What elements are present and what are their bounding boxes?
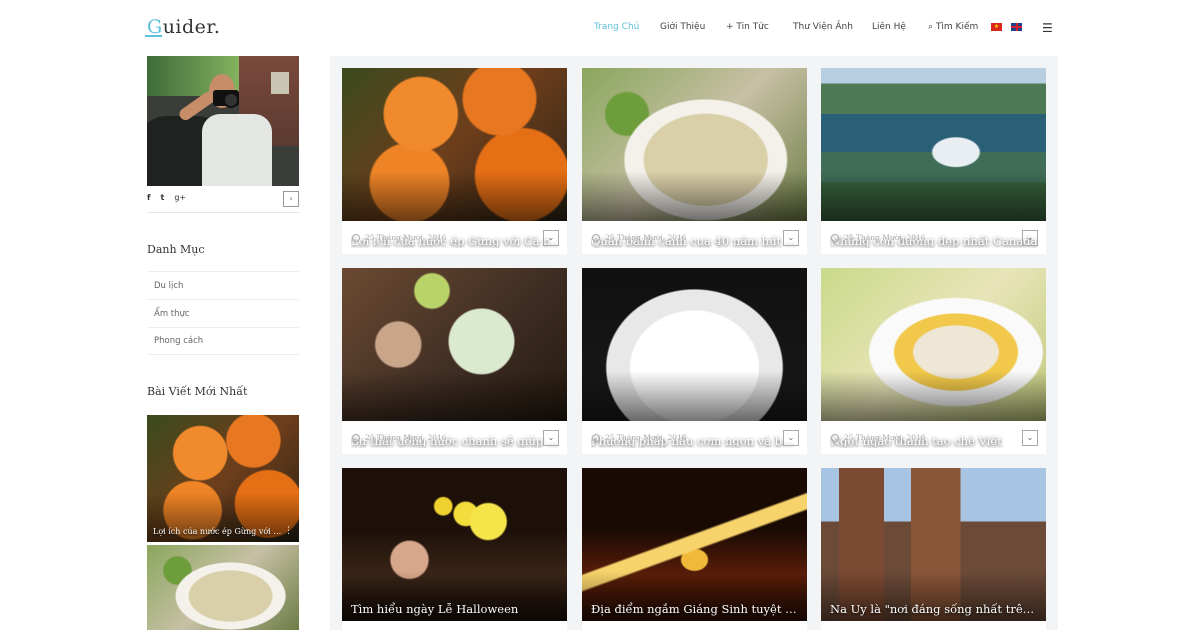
clock-icon [352,233,360,242]
expand-button[interactable]: ⌄ [783,230,799,246]
twitter-icon[interactable]: t [160,193,164,202]
profile-toggle-button[interactable]: › [283,191,299,207]
divider [147,354,299,355]
post-card: Địa điểm ngắm Giáng Sinh tuyệt v... [582,468,807,630]
clock-icon [592,233,600,242]
post-image[interactable] [582,68,807,221]
post-date: 25 Tháng Mười, 2016 [844,433,926,442]
recent-posts-heading: Bài Viết Mới Nhất [147,385,248,398]
clock-icon [831,433,839,442]
expand-button[interactable]: ⌄ [543,230,559,246]
facebook-icon[interactable]: f [147,193,150,202]
clock-icon [352,433,360,442]
post-meta: 25 Tháng Mười, 2016 [831,433,926,442]
post-date: 25 Tháng Mười, 2016 [365,433,447,442]
post-image[interactable] [821,68,1046,221]
flag-vn-icon[interactable]: ★ [991,23,1002,31]
post-title[interactable]: Na Uy là "nơi đáng sống nhất trên... [830,602,1038,616]
recent-post-title[interactable]: Lợi ích của nước ép Gừng với Cà r... [153,527,285,536]
divider [147,271,299,272]
post-image[interactable] [342,68,567,221]
expand-button[interactable]: ⌄ [1022,230,1038,246]
post-image[interactable] [582,268,807,421]
expand-button[interactable]: ⌄ [783,430,799,446]
post-title[interactable]: Địa điểm ngắm Giáng Sinh tuyệt v... [591,602,799,616]
post-date: 25 Tháng Mười, 2016 [605,233,687,242]
post-date: 25 Tháng Mười, 2016 [605,433,687,442]
expand-button[interactable]: ⌄ [1022,430,1038,446]
clock-icon [592,433,600,442]
nav-home[interactable]: Trang Chủ [594,22,639,32]
category-heading: Danh Mục [147,243,205,256]
post-card: Na Uy là "nơi đáng sống nhất trên... [821,468,1046,630]
post-meta: 25 Tháng Mười, 2016 [592,433,687,442]
post-image[interactable] [342,268,567,421]
post-meta: 25 Tháng Mười, 2016 [831,233,926,242]
post-card: Quán bánh canh cua 40 năm hút k... 25 Th… [582,68,807,254]
nav-about[interactable]: Giới Thiệu [660,22,705,32]
divider [147,299,299,300]
post-card: Sự thật uống nước chanh sẽ giúp b... 25 … [342,268,567,454]
flag-uk-icon[interactable] [1011,23,1022,31]
post-meta: 25 Tháng Mười, 2016 [352,233,447,242]
menu-icon[interactable]: ☰ [1042,21,1053,35]
nav-news[interactable]: + Tin Tức [726,22,769,32]
profile-photo [147,56,299,186]
post-title[interactable]: Tìm hiểu ngày Lễ Halloween [351,602,559,616]
search-icon: ⌕ [928,22,934,32]
post-date: 25 Tháng Mười, 2016 [365,233,447,242]
category-style[interactable]: Phong cách [154,336,203,346]
clock-icon [831,233,839,242]
category-travel[interactable]: Du lịch [154,281,183,291]
post-image[interactable] [821,268,1046,421]
nav-contact[interactable]: Liên Hệ [872,22,906,32]
expand-button[interactable]: ⌄ [543,430,559,446]
post-card: Ngọt ngào thanh tao chè Việt 25 Tháng Mư… [821,268,1046,454]
logo-text: uider. [162,16,221,38]
post-card: Lợi ích của nước ép Gừng với Cà r... 25 … [342,68,567,254]
site-logo[interactable]: Guider. [147,16,220,38]
post-image[interactable] [342,468,567,621]
divider [147,327,299,328]
nav-search[interactable]: ⌕ Tìm Kiếm [928,22,978,32]
post-card: Phương pháp nấu cơm ngon và bổ... 25 Thá… [582,268,807,454]
recent-post-item[interactable]: Lợi ích của nước ép Gừng với Cà r... ⋮ [147,415,299,542]
social-links: f t g+ [147,193,186,202]
post-date: 25 Tháng Mười, 2016 [844,233,926,242]
post-card: Những con đường đẹp nhất Canada 25 Tháng… [821,68,1046,254]
post-card: Tìm hiểu ngày Lễ Halloween [342,468,567,630]
post-meta: 25 Tháng Mười, 2016 [352,433,447,442]
nav-gallery[interactable]: Thư Viện Ảnh [793,22,853,32]
nav-search-label: Tìm Kiếm [935,22,979,32]
google-plus-icon[interactable]: g+ [174,193,186,202]
post-meta: 25 Tháng Mười, 2016 [592,233,687,242]
divider [147,212,299,213]
more-options-icon[interactable]: ⋮ [284,526,293,536]
recent-post-item[interactable] [147,545,299,630]
post-image[interactable] [582,468,807,621]
category-food[interactable]: Ẩm thực [154,309,190,319]
logo-initial: G [147,16,163,38]
post-image[interactable] [821,468,1046,621]
